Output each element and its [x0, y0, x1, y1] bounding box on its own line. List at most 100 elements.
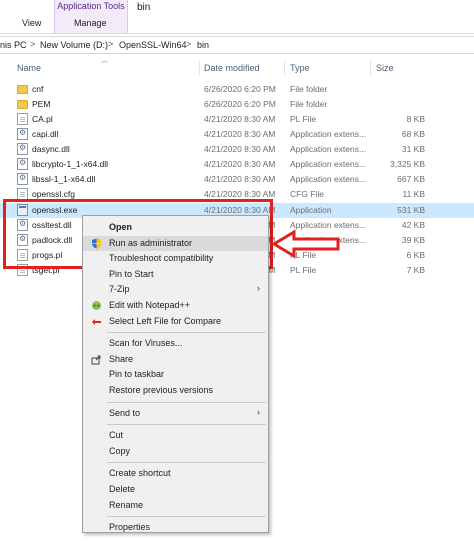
menu-item-run-as-administrator[interactable]: Run as administrator — [83, 235, 268, 251]
menu-item-pin-to-start[interactable]: Pin to Start — [83, 267, 268, 282]
file-name: CA.pl — [32, 114, 53, 124]
file-name: libssl-1_1-x64.dll — [32, 174, 96, 184]
window-title: bin — [137, 2, 151, 13]
ribbon-divider — [0, 33, 474, 34]
address-bar[interactable]: nis PC > New Volume (D:) > OpenSSL-Win64… — [0, 36, 474, 54]
menu-item-label: Select Left File for Compare — [109, 315, 222, 326]
file-type: CFG File — [290, 189, 324, 199]
tab-view[interactable]: View — [22, 18, 41, 28]
chevron-right-icon: › — [257, 283, 260, 294]
menu-item-copy[interactable]: Copy — [83, 444, 268, 459]
breadcrumb-new-volume[interactable]: New Volume (D:) — [40, 40, 108, 50]
dll-icon — [17, 143, 28, 155]
menu-item-label: Rename — [109, 499, 144, 510]
menu-item-label: Restore previous versions — [109, 385, 214, 395]
file-type: PL File — [290, 265, 317, 275]
menu-item-label: 7-Zip — [109, 284, 130, 295]
menu-item-share[interactable]: Share — [83, 352, 268, 367]
menu-item-open[interactable]: Open — [83, 220, 268, 235]
column-header-name[interactable]: Name — [17, 63, 41, 73]
file-date-modified: 6/26/2020 6:20 PM — [204, 99, 276, 109]
file-name: PEM — [32, 99, 51, 109]
file-date-modified: 4/21/2020 8:30 AM — [204, 174, 276, 184]
breadcrumb-chevron-icon[interactable]: > — [186, 39, 191, 49]
dll-icon — [17, 173, 28, 185]
file-size: 6 KB — [406, 250, 425, 260]
notepad-plus-plus-icon: ++ — [91, 300, 102, 311]
menu-item-label: Open — [109, 222, 133, 232]
menu-item-troubleshoot-compatibility[interactable]: Troubleshoot compatibility — [83, 251, 268, 266]
file-type: File folder — [290, 99, 328, 109]
breadcrumb-bin[interactable]: bin — [197, 40, 209, 50]
column-divider[interactable] — [284, 60, 285, 76]
file-row[interactable]: cnf 6/26/2020 6:20 PM File folder — [0, 82, 474, 97]
menu-item-select-left-file-for-compare[interactable]: Select Left File for Compare — [83, 314, 268, 329]
column-divider[interactable] — [199, 60, 200, 76]
breadcrumb-chevron-icon[interactable]: > — [108, 39, 113, 49]
menu-item-create-shortcut[interactable]: Create shortcut — [83, 466, 268, 481]
tab-manage[interactable]: Manage — [74, 18, 107, 28]
file-date-modified: 4/21/2020 8:30 AM — [204, 129, 276, 139]
menu-item-label: Share — [109, 353, 134, 364]
file-row[interactable]: CA.pl 4/21/2020 8:30 AM PL File 8 KB — [0, 112, 474, 127]
menu-separator — [107, 516, 266, 518]
menu-item-label: Delete — [109, 484, 136, 494]
application-tools-label: Application Tools — [57, 1, 125, 11]
menu-item-label: Scan for Viruses... — [109, 338, 183, 349]
file-date-modified: 4/21/2020 8:30 AM — [204, 144, 276, 154]
breadcrumb-chevron-icon[interactable]: > — [30, 39, 35, 49]
sort-up-icon: ︿ — [101, 57, 108, 64]
menu-item-label: Cut — [109, 430, 124, 441]
folder-icon — [17, 100, 28, 109]
file-type: Application extens... — [290, 129, 367, 139]
menu-item-scan-for-viruses[interactable]: Scan for Viruses... — [83, 336, 268, 351]
file-date-modified: 4/21/2020 8:30 AM — [204, 114, 276, 124]
menu-item-cut[interactable]: Cut — [83, 428, 268, 443]
shield-icon — [91, 238, 102, 249]
file-row[interactable]: capi.dll 4/21/2020 8:30 AM Application ext… — [0, 127, 474, 142]
file-type: Application extens... — [290, 174, 367, 184]
application-tools-group: Application Tools — [54, 0, 128, 33]
menu-item-label: Pin to taskbar — [109, 369, 165, 380]
column-header-size[interactable]: Size — [376, 63, 394, 73]
column-header-type[interactable]: Type — [290, 63, 310, 73]
menu-separator — [107, 332, 266, 334]
document-icon — [17, 113, 28, 125]
file-size: 68 KB — [401, 129, 425, 139]
file-size: 3,325 KB — [390, 159, 425, 169]
compare-icon — [91, 316, 102, 327]
breadcrumb-this-pc[interactable]: nis PC — [0, 40, 27, 50]
file-size: 42 KB — [401, 220, 425, 230]
file-name: capi.dll — [32, 129, 59, 139]
dll-icon — [17, 158, 28, 170]
file-name: cnf — [32, 84, 44, 94]
file-row[interactable]: libssl-1_1-x64.dll 4/21/2020 8:30 AM Appli… — [0, 172, 474, 187]
menu-item-restore-previous-versions[interactable]: Restore previous versions — [83, 383, 268, 398]
menu-item-rename[interactable]: Rename — [83, 498, 268, 513]
menu-item-label: Create shortcut — [109, 468, 171, 479]
file-date-modified: 4/21/2020 8:30 AM — [204, 189, 276, 199]
file-row[interactable]: libcrypto-1_1-x64.dll 4/21/2020 8:30 AM Ap… — [0, 157, 474, 172]
red-arrow-icon — [272, 229, 340, 259]
file-row[interactable]: PEM 6/26/2020 6:20 PM File folder — [0, 97, 474, 112]
column-header-date[interactable]: Date modified — [204, 63, 260, 73]
menu-item-properties[interactable]: Properties — [83, 520, 268, 535]
svg-text:++: ++ — [93, 304, 101, 310]
file-size: 39 KB — [401, 235, 425, 245]
menu-separator — [107, 424, 266, 426]
menu-item-send-to[interactable]: Send to › — [83, 406, 268, 421]
file-size: 531 KB — [397, 205, 425, 215]
menu-item-edit-with-notepad[interactable]: ++ Edit with Notepad++ — [83, 298, 268, 313]
menu-item-delete[interactable]: Delete — [83, 482, 268, 497]
ribbon: Application Tools View Manage bin — [0, 0, 474, 33]
file-type: PL File — [290, 114, 317, 124]
menu-item-label: Edit with Notepad++ — [109, 300, 191, 310]
menu-separator — [107, 401, 266, 403]
menu-item-pin-to-taskbar[interactable]: Pin to taskbar — [83, 367, 268, 382]
menu-item-7-zip[interactable]: 7-Zip › — [83, 282, 268, 297]
file-row[interactable]: dasync.dll 4/21/2020 8:30 AM Application e… — [0, 142, 474, 157]
column-divider[interactable] — [370, 60, 371, 76]
file-name: dasync.dll — [32, 144, 70, 154]
file-size: 8 KB — [406, 114, 425, 124]
breadcrumb-openssl-win64[interactable]: OpenSSL-Win64 — [119, 40, 187, 50]
